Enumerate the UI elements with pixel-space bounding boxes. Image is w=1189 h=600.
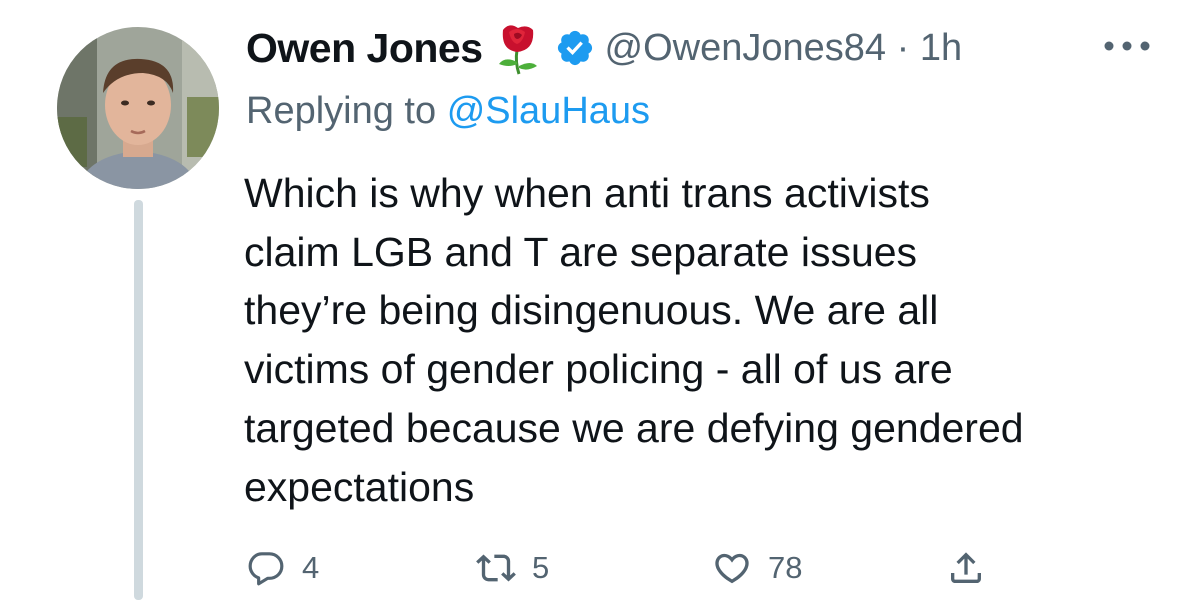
tweet-text-line: targeted because we are defying gendered xyxy=(244,404,1024,451)
display-name[interactable]: Owen Jones xyxy=(246,25,483,72)
avatar-photo xyxy=(57,27,219,189)
replying-to-label: Replying to xyxy=(246,90,437,132)
more-options-icon[interactable] xyxy=(1095,36,1159,56)
tweet-text-line: victims of gender policing - all of us a… xyxy=(244,346,953,393)
thread-line xyxy=(134,200,143,600)
rose-icon xyxy=(495,20,541,76)
time-separator: · xyxy=(896,26,910,69)
retweet-button[interactable]: 5 xyxy=(476,543,549,593)
reply-count: 4 xyxy=(302,550,320,585)
share-button[interactable] xyxy=(946,543,986,593)
tweet-text: Which is why when anti trans activists c… xyxy=(244,164,1164,516)
heart-icon xyxy=(712,548,752,588)
reply-button[interactable]: 4 xyxy=(246,543,319,593)
timestamp[interactable]: 1h xyxy=(920,27,962,69)
tweet-header: Owen Jones @OwenJones84 · 1h xyxy=(246,20,962,76)
reply-icon xyxy=(246,548,286,588)
verified-badge-icon xyxy=(555,28,595,68)
tweet-text-line: expectations xyxy=(244,463,475,510)
like-count: 78 xyxy=(768,550,803,585)
replying-to: Replying to @SlauHaus xyxy=(246,90,650,133)
replying-to-mention[interactable]: @SlauHaus xyxy=(447,90,650,132)
tweet-text-line: Which is why when anti trans activists xyxy=(244,170,930,216)
retweet-count: 5 xyxy=(532,550,550,585)
tweet-text-line: they’re being disingenuous. We are all xyxy=(244,287,939,334)
avatar[interactable] xyxy=(57,27,219,189)
handle-and-time: @OwenJones84 · 1h xyxy=(605,27,963,70)
share-icon xyxy=(946,548,986,588)
handle[interactable]: @OwenJones84 xyxy=(605,27,887,69)
tweet-text-line: claim LGB and T are separate issues xyxy=(244,228,918,275)
retweet-icon xyxy=(476,548,516,588)
like-button[interactable]: 78 xyxy=(712,543,802,593)
